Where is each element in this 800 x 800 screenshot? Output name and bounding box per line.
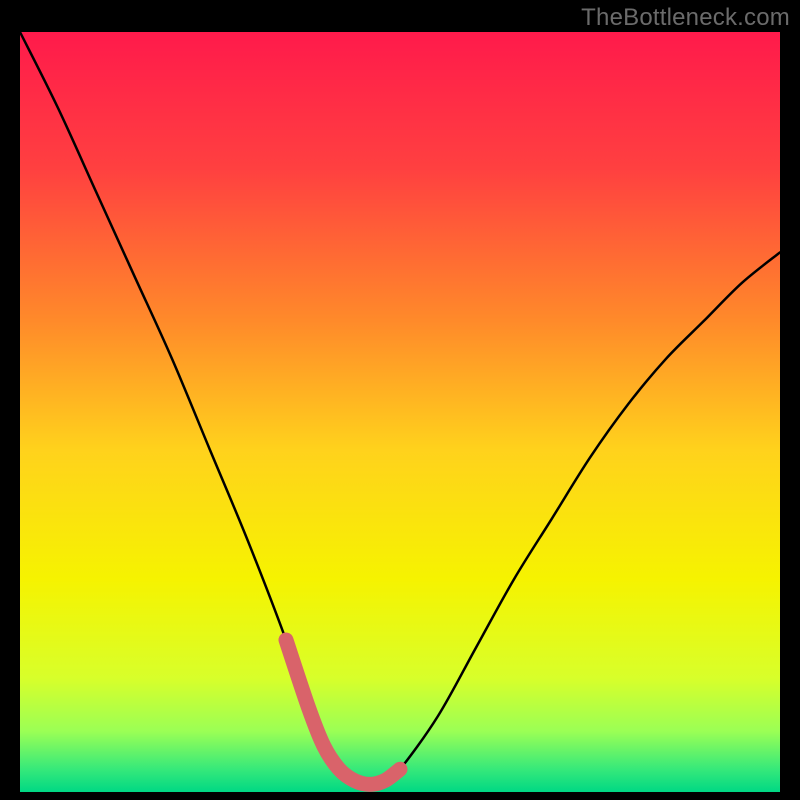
chart-svg	[0, 0, 800, 800]
chart-background	[20, 32, 780, 792]
chart-frame: TheBottleneck.com	[0, 0, 800, 800]
